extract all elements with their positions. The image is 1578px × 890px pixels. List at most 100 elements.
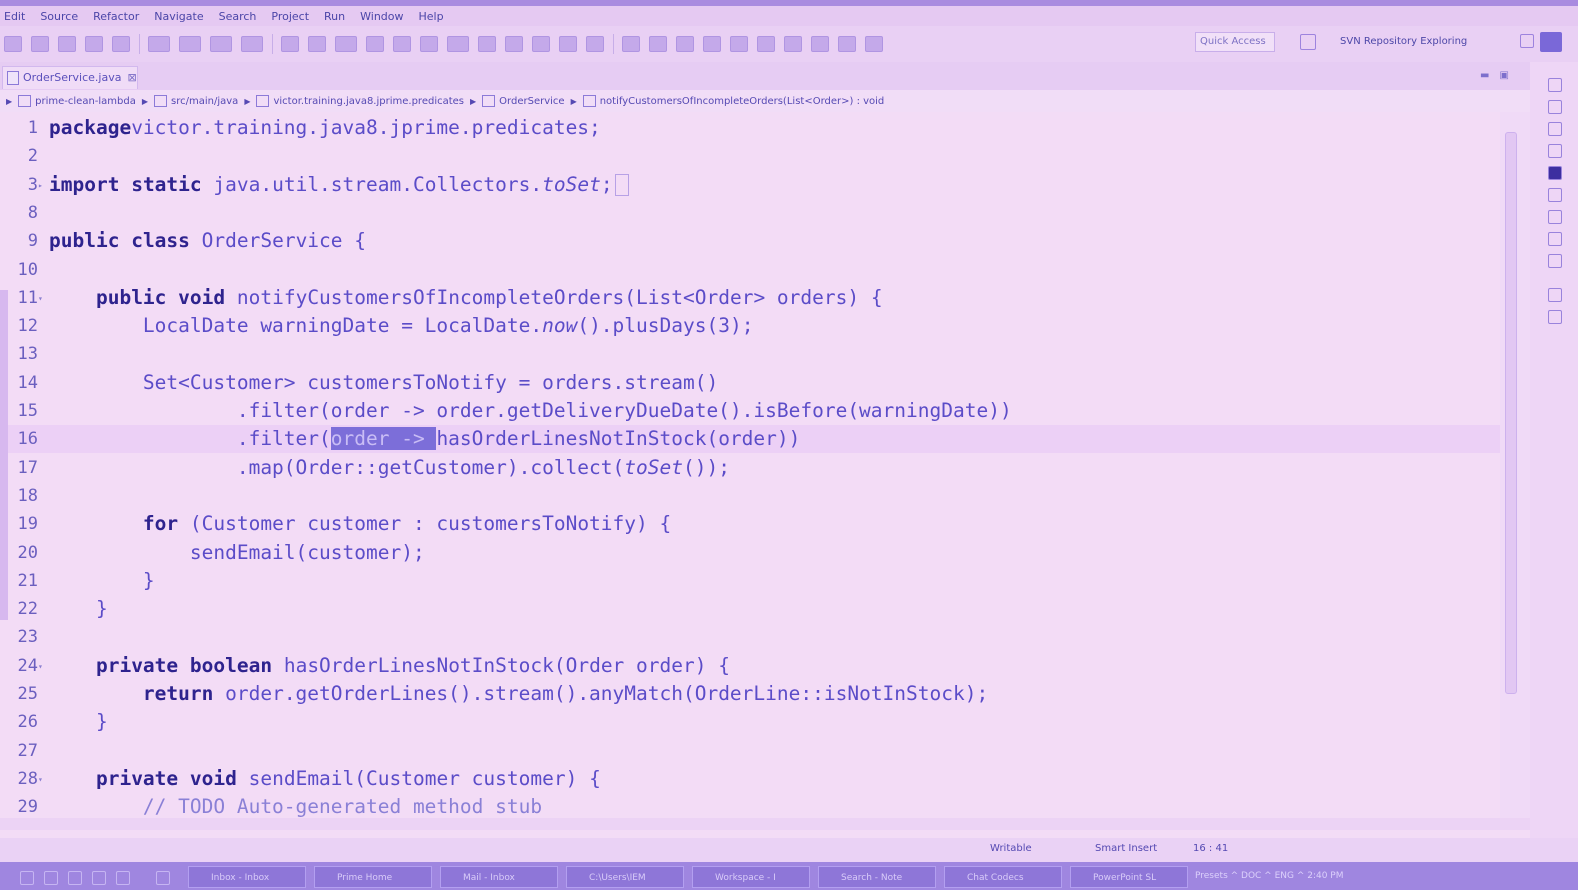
run-icon[interactable] <box>179 36 201 52</box>
code-line[interactable]: 12 LocalDate warningDate = LocalDate.now… <box>0 312 1500 340</box>
skip-breakpoints-icon[interactable] <box>112 36 130 52</box>
menu-project[interactable]: Project <box>267 10 320 23</box>
code-line[interactable]: 16 .filter(order -> hasOrderLinesNotInSt… <box>0 425 1500 454</box>
drop-to-frame-icon[interactable] <box>838 36 856 52</box>
annotation-icon[interactable] <box>420 36 438 52</box>
resume-icon[interactable] <box>730 36 748 52</box>
declaration-icon[interactable] <box>1548 254 1562 268</box>
code-line[interactable]: 23 <box>0 623 1500 651</box>
next-annotation-icon[interactable] <box>559 36 577 52</box>
scrollbar-thumb[interactable] <box>1505 132 1517 694</box>
minimize-icon[interactable]: ▬ <box>1480 70 1499 81</box>
code-line[interactable]: 13 <box>0 340 1500 368</box>
tasks-icon[interactable] <box>1548 144 1562 158</box>
ie-icon[interactable] <box>44 871 58 885</box>
perspective-java-icon[interactable] <box>1540 32 1562 52</box>
open-type-icon[interactable] <box>366 36 384 52</box>
code-line[interactable]: 1 packagevictor.training.java8.jprime.pre… <box>0 114 1500 142</box>
maximize-icon[interactable]: ▣ <box>1499 70 1518 81</box>
code-line[interactable]: 3 ▸ import static java.util.stream.Collect… <box>0 171 1500 199</box>
app-icon[interactable] <box>116 871 130 885</box>
breadcrumb-item[interactable]: victor.training.java8.jprime.predicates <box>273 96 464 107</box>
perspective-svn-repository-exploring[interactable]: SVN Repository Exploring <box>1340 32 1467 52</box>
stop-icon[interactable] <box>703 36 721 52</box>
taskbar-button[interactable]: Mail - Inbox <box>440 866 558 888</box>
problems-icon[interactable] <box>1548 188 1562 202</box>
code-line[interactable]: 11 ▾ public void notifyCustomersOfIncompl… <box>0 284 1500 312</box>
code-line[interactable]: 18 <box>0 482 1500 510</box>
taskbar-button[interactable]: Workspace - I <box>692 866 810 888</box>
expand-fold-icon[interactable]: ▸ <box>38 172 43 200</box>
new-file-icon[interactable] <box>4 36 22 52</box>
new-class-icon[interactable] <box>335 36 357 52</box>
step-over-icon[interactable] <box>784 36 802 52</box>
menu-edit[interactable]: Edit <box>0 10 36 23</box>
code-line[interactable]: 17 .map(Order::getCustomer).collect(toSe… <box>0 454 1500 482</box>
menu-navigate[interactable]: Navigate <box>150 10 214 23</box>
outline-icon[interactable] <box>1548 100 1562 114</box>
code-line[interactable]: 24 ▾ private boolean hasOrderLinesNotInSt… <box>0 652 1500 680</box>
breadcrumb-item[interactable]: OrderService <box>499 96 564 107</box>
quick-access-field[interactable]: Quick Access <box>1195 32 1275 52</box>
breadcrumb-item[interactable]: prime-clean-lambda <box>35 96 136 107</box>
code-editor[interactable]: 1 packagevictor.training.java8.jprime.pre… <box>0 112 1500 818</box>
back-icon[interactable] <box>649 36 667 52</box>
taskbar-button[interactable]: PowerPoint SL <box>1070 866 1188 888</box>
code-line[interactable]: 2 <box>0 142 1500 170</box>
open-perspective-icon[interactable] <box>1300 34 1316 50</box>
perspective-debug-icon[interactable] <box>1520 34 1534 48</box>
menu-window[interactable]: Window <box>356 10 414 23</box>
code-line[interactable]: 21 } <box>0 567 1500 595</box>
pin-editor-icon[interactable] <box>532 36 550 52</box>
code-line[interactable]: 26 } <box>0 708 1500 736</box>
collapse-fold-icon[interactable]: ▾ <box>38 766 43 794</box>
taskbar-button[interactable]: Search - Note <box>818 866 936 888</box>
search-icon[interactable] <box>393 36 411 52</box>
breadcrumb-item[interactable]: notifyCustomersOfIncompleteOrders(List<O… <box>600 96 885 107</box>
code-line[interactable]: 20 sendEmail(customer); <box>0 539 1500 567</box>
save-all-icon[interactable] <box>58 36 76 52</box>
toggle-block-selection-icon[interactable] <box>478 36 496 52</box>
menu-help[interactable]: Help <box>415 10 455 23</box>
show-whitespace-icon[interactable] <box>505 36 523 52</box>
tab-orderservice-java[interactable]: OrderService.java ⊠ <box>2 66 138 89</box>
menu-search[interactable]: Search <box>215 10 268 23</box>
hierarchy-icon[interactable] <box>1548 122 1562 136</box>
code-line[interactable]: 9 public class OrderService { <box>0 227 1500 255</box>
menu-run[interactable]: Run <box>320 10 356 23</box>
search-view-icon[interactable] <box>1548 210 1562 224</box>
vertical-scrollbar[interactable] <box>1500 112 1530 818</box>
toggle-mark-occurrences-icon[interactable] <box>447 36 469 52</box>
last-edit-icon[interactable] <box>622 36 640 52</box>
javadoc-icon[interactable] <box>1548 232 1562 246</box>
console-icon[interactable] <box>1548 166 1562 180</box>
collapse-fold-icon[interactable]: ▾ <box>38 285 43 313</box>
folded-imports-marker[interactable] <box>614 174 629 197</box>
save-icon[interactable] <box>31 36 49 52</box>
code-line[interactable]: 22 } <box>0 595 1500 623</box>
history-icon[interactable] <box>1548 288 1562 302</box>
code-line[interactable]: 29 // TODO Auto-generated method stub <box>0 793 1500 818</box>
new-java-project-icon[interactable] <box>281 36 299 52</box>
coverage-icon[interactable] <box>210 36 232 52</box>
print-icon[interactable] <box>85 36 103 52</box>
previous-annotation-icon[interactable] <box>586 36 604 52</box>
collapse-fold-icon[interactable]: ▾ <box>38 653 43 681</box>
eclipse-icon[interactable] <box>156 871 170 885</box>
outlook-icon[interactable] <box>92 871 106 885</box>
step-into-icon[interactable] <box>757 36 775 52</box>
start-icon[interactable] <box>20 871 34 885</box>
use-step-filters-icon[interactable] <box>865 36 883 52</box>
code-line[interactable]: 10 <box>0 256 1500 284</box>
close-icon[interactable]: ⊠ <box>127 71 136 84</box>
taskbar-button[interactable]: Prime Home <box>314 866 432 888</box>
code-line[interactable]: 19 for (Customer customer : customersToN… <box>0 510 1500 538</box>
step-return-icon[interactable] <box>811 36 829 52</box>
debug-icon[interactable] <box>148 36 170 52</box>
forward-icon[interactable] <box>676 36 694 52</box>
code-line[interactable]: 28 ▾ private void sendEmail(Customer cust… <box>0 765 1500 793</box>
taskbar-button[interactable]: C:\Users\IEM <box>566 866 684 888</box>
taskbar-button[interactable]: Inbox - Inbox <box>188 866 306 888</box>
external-tools-icon[interactable] <box>241 36 263 52</box>
code-line[interactable]: 14 Set<Customer> customersToNotify = ord… <box>0 369 1500 397</box>
